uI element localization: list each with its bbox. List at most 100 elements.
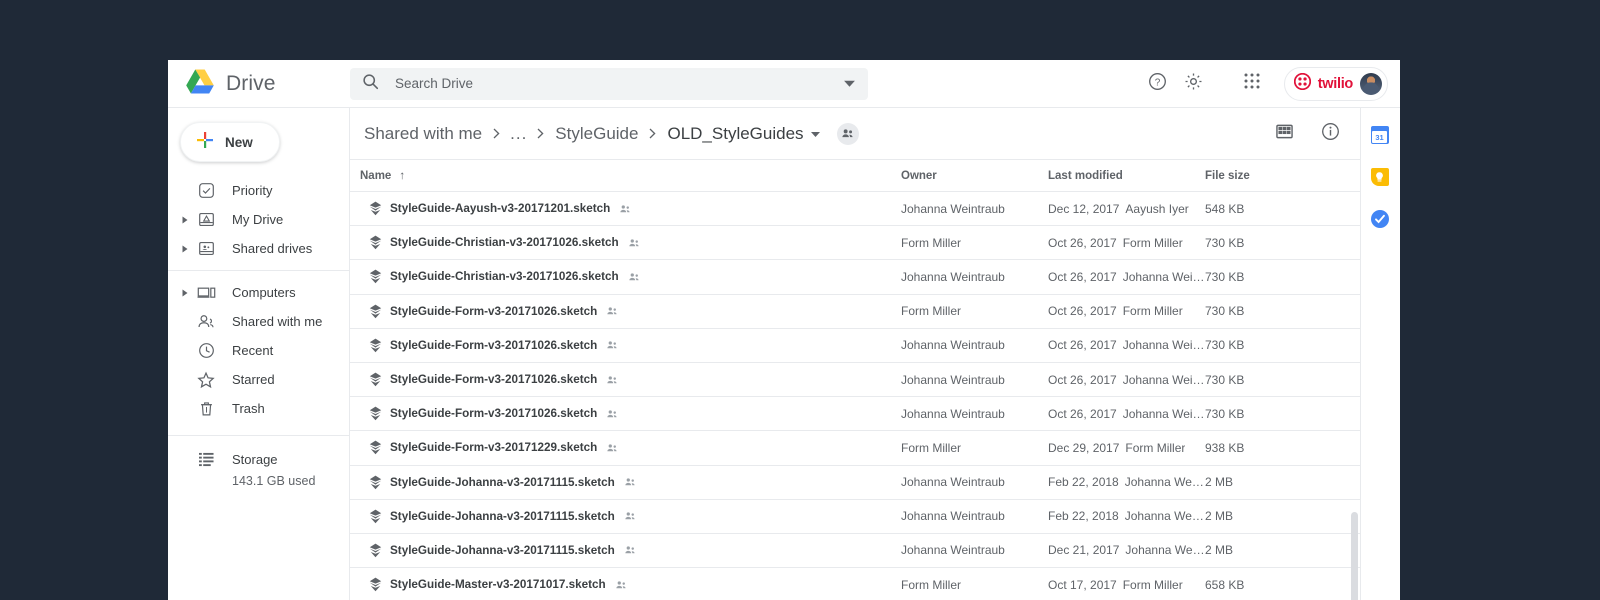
breadcrumb-overflow-button[interactable]: ... (507, 124, 530, 144)
table-row[interactable]: StyleGuide-Christian-v3-20171026.sketch F… (350, 225, 1360, 259)
help-button[interactable]: ? (1142, 68, 1174, 100)
sidebar-item-recent[interactable]: Recent (168, 336, 349, 365)
sidebar-item-starred[interactable]: Starred (168, 365, 349, 394)
table-row[interactable]: StyleGuide-Form-v3-20171026.sketch Johann… (350, 327, 1360, 362)
column-header-name[interactable]: Name ↑ (350, 170, 901, 182)
table-row[interactable]: StyleGuide-Johanna-v3-20171115.sketch Joh… (350, 464, 1360, 499)
table-row[interactable]: StyleGuide-Form-v3-20171026.sketch Johann… (350, 396, 1360, 430)
sidebar-item-label: Trash (232, 401, 265, 416)
file-name: StyleGuide-Form-v3-20171026.sketch (390, 338, 598, 352)
table-row[interactable]: StyleGuide-Form-v3-20171229.sketch Form M… (350, 430, 1360, 464)
my-drive-icon (194, 211, 218, 228)
file-size: 2 MB (1205, 543, 1234, 558)
sidebar-item-label: Shared with me (232, 314, 323, 329)
search-options-caret-icon[interactable] (843, 77, 856, 90)
shared-drives-icon (194, 240, 218, 257)
modified-date: Dec 21, 2017 (1048, 543, 1120, 558)
table-row[interactable]: StyleGuide-Form-v3-20171026.sketch Form M… (350, 293, 1360, 328)
sidebar-item-priority[interactable]: Priority (168, 176, 349, 205)
file-owner: Form Miller (901, 235, 961, 250)
account-switcher[interactable]: twilio (1283, 66, 1388, 101)
computer-icon (194, 284, 218, 301)
table-row[interactable]: StyleGuide-Johanna-v3-20171115.sketch Joh… (350, 532, 1360, 567)
info-circle-icon (1321, 122, 1340, 146)
file-owner: Johanna Weintraub (901, 338, 1005, 353)
sidebar-item-label: Recent (232, 343, 274, 358)
google-apps-button[interactable] (1236, 68, 1268, 100)
search-input[interactable] (393, 75, 843, 92)
sort-ascending-icon[interactable]: ↑ (399, 170, 405, 182)
details-button[interactable] (1314, 118, 1346, 150)
file-name: StyleGuide-Master-v3-20171017.sketch (390, 578, 606, 592)
file-size: 730 KB (1205, 372, 1245, 387)
avatar[interactable] (1360, 72, 1382, 95)
google-calendar-button[interactable]: 31 (1370, 126, 1391, 146)
folder-shared-badge[interactable] (836, 122, 859, 145)
column-header-owner[interactable]: Owner (901, 170, 1048, 182)
modified-by: Johanna Weintra… (1125, 543, 1205, 558)
grid-view-button[interactable] (1268, 118, 1300, 150)
file-last-modified: Oct 17, 2017 Form Miller (1048, 578, 1205, 592)
storage-link[interactable]: Storage (176, 445, 349, 473)
breadcrumb-item-current-folder[interactable]: OLD_StyleGuides (663, 121, 807, 147)
search-box[interactable] (350, 67, 868, 100)
gear-icon (1184, 72, 1203, 96)
drive-logo-icon (186, 69, 214, 99)
expand-computers-icon[interactable] (176, 289, 194, 297)
drive-logo-and-title[interactable]: Drive (168, 69, 350, 99)
google-tasks-icon (1370, 210, 1389, 228)
sidebar-item-shared-drives[interactable]: Shared drives (168, 234, 349, 263)
sketch-file-icon (360, 577, 390, 592)
file-owner: Form Miller (901, 577, 961, 592)
modified-date: Oct 26, 2017 (1048, 269, 1117, 284)
file-name: StyleGuide-Form-v3-20171026.sketch (390, 373, 598, 387)
table-row[interactable]: StyleGuide-Christian-v3-20171026.sketch J… (350, 259, 1360, 293)
file-last-modified: Oct 26, 2017 Johanna Weintra… (1048, 270, 1205, 284)
sidebar-item-label: Starred (232, 372, 275, 387)
expand-shared-drives-icon[interactable] (176, 245, 194, 253)
file-name: StyleGuide-Johanna-v3-20171115.sketch (390, 475, 615, 489)
expand-my-drive-icon[interactable] (176, 216, 194, 224)
clock-icon (194, 342, 218, 359)
sketch-file-icon (360, 201, 390, 216)
table-row[interactable]: StyleGuide-Form-v3-20171026.sketch Johann… (350, 361, 1360, 396)
modified-by: Johanna Weintra… (1122, 269, 1205, 284)
svg-text:?: ? (1155, 77, 1161, 88)
column-header-last-modified[interactable]: Last modified (1048, 170, 1205, 182)
file-last-modified: Dec 29, 2017 Form Miller (1048, 441, 1205, 455)
star-icon (194, 371, 218, 389)
file-name: StyleGuide-Form-v3-20171229.sketch (390, 441, 598, 455)
breadcrumb-item-styleguide[interactable]: StyleGuide (551, 121, 642, 147)
file-size: 2 MB (1205, 475, 1234, 490)
new-button[interactable]: New (180, 122, 280, 162)
shared-people-icon (628, 272, 640, 282)
sketch-file-icon (360, 475, 390, 490)
file-owner: Johanna Weintraub (901, 543, 1005, 558)
table-row[interactable]: StyleGuide-Johanna-v3-20171115.sketch Joh… (350, 498, 1360, 533)
sidebar-item-computers[interactable]: Computers (168, 278, 349, 307)
chevron-down-icon[interactable] (808, 130, 825, 138)
sidebar-item-trash[interactable]: Trash (168, 394, 349, 423)
file-last-modified: Oct 26, 2017 Form Miller (1048, 236, 1205, 250)
shared-people-icon (606, 375, 618, 385)
modified-by: Form Miller (1122, 235, 1183, 250)
account-brand-label: twilio (1317, 75, 1354, 92)
column-header-file-size[interactable]: File size (1205, 170, 1305, 182)
file-name: StyleGuide-Form-v3-20171026.sketch (390, 407, 598, 421)
table-row[interactable]: StyleGuide-Aayush-v3-20171201.sketch Joha… (350, 191, 1360, 225)
sidebar-item-shared-with-me[interactable]: Shared with me (168, 307, 349, 336)
settings-button[interactable] (1178, 68, 1210, 100)
file-name: StyleGuide-Christian-v3-20171026.sketch (390, 236, 619, 250)
file-size: 938 KB (1205, 440, 1245, 455)
google-calendar-icon: 31 (1370, 126, 1389, 144)
priority-check-icon (194, 182, 218, 199)
file-size: 730 KB (1205, 304, 1245, 319)
app-title: Drive (226, 71, 276, 95)
google-tasks-button[interactable] (1370, 210, 1391, 230)
vertical-scrollbar[interactable] (1351, 512, 1358, 600)
google-keep-button[interactable] (1370, 168, 1391, 188)
sidebar-item-my-drive[interactable]: My Drive (168, 205, 349, 234)
table-row[interactable]: StyleGuide-Master-v3-20171017.sketch Form… (350, 567, 1360, 600)
breadcrumb-item-shared-with-me[interactable]: Shared with me (360, 121, 486, 147)
modified-by: Aayush Iyer (1125, 201, 1189, 216)
